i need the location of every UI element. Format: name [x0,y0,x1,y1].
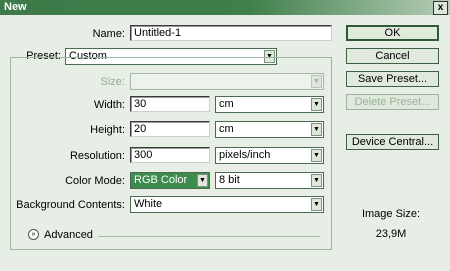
resolution-input[interactable]: 300 [130,147,210,163]
save-preset-button[interactable]: Save Preset... [346,71,439,87]
chevron-down-icon: ▼ [311,75,322,88]
height-unit-select[interactable]: cm ▼ [215,121,324,138]
color-mode-select[interactable]: RGB Color ▼ [130,172,210,189]
background-contents-select[interactable]: White ▼ [130,196,324,213]
width-unit-select[interactable]: cm ▼ [215,96,324,113]
background-contents-value: White [134,198,163,210]
cancel-button[interactable]: Cancel [346,48,439,64]
dialog-title: New [4,1,27,13]
ok-button[interactable]: OK [346,25,439,41]
device-central-button[interactable]: Device Central... [346,134,439,150]
advanced-divider [98,236,320,237]
height-input[interactable]: 20 [130,121,210,137]
color-mode-value: RGB Color [134,174,188,186]
size-select: ▼ [130,73,324,90]
chevron-down-icon: ▼ [197,174,208,187]
name-label: Name: [92,28,125,40]
image-size-value: 23,9M [375,228,407,240]
background-contents-label: Background Contents: [16,199,125,211]
height-label: Height: [90,124,125,136]
height-unit-value: cm [219,123,234,135]
bit-depth-value: 8 bit [219,174,240,186]
size-label: Size: [100,76,125,88]
width-input[interactable]: 30 [130,96,210,112]
name-input[interactable]: Untitled-1 [130,25,332,41]
chevron-down-icon: ▼ [311,149,322,162]
width-unit-value: cm [219,98,234,110]
color-mode-label: Color Mode: [65,175,125,187]
resolution-label: Resolution: [69,150,125,162]
image-size-label: Image Size: [361,208,421,220]
chevron-down-icon: ▼ [311,98,322,111]
bit-depth-select[interactable]: 8 bit ▼ [215,172,324,189]
expand-advanced-icon[interactable]: » [28,229,39,240]
advanced-label[interactable]: Advanced [44,229,93,241]
chevron-down-icon: ▼ [311,198,322,211]
delete-preset-button: Delete Preset... [346,94,439,110]
chevron-down-icon: ▼ [311,174,322,187]
chevron-down-icon: ▼ [311,123,322,136]
resolution-unit-value: pixels/inch [219,149,271,161]
resolution-unit-select[interactable]: pixels/inch ▼ [215,147,324,164]
title-bar[interactable]: New x [0,0,450,15]
close-icon[interactable]: x [433,1,448,15]
new-document-dialog: New x Name: Untitled-1 Preset: Custom ▼ … [0,0,450,271]
width-label: Width: [93,99,125,111]
